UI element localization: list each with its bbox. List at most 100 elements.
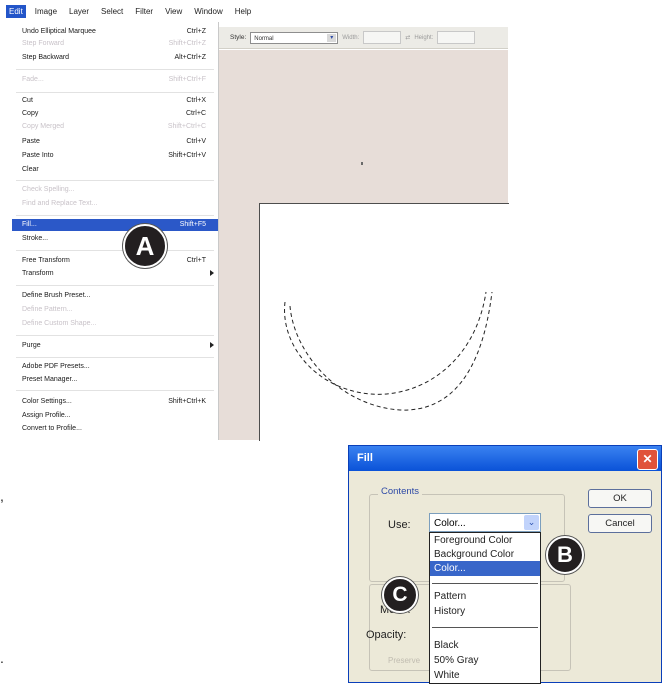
- menu-item-transform[interactable]: Transform: [12, 268, 218, 280]
- menu-item-pdf-presets[interactable]: Adobe PDF Presets...: [12, 361, 218, 373]
- menu-item-check-spelling[interactable]: Check Spelling...: [12, 184, 218, 196]
- style-select[interactable]: Normal ▾: [250, 31, 339, 44]
- dropdown-separator: [432, 583, 538, 584]
- dropdown-separator: [432, 627, 538, 628]
- fill-dialog: Fill ✕ Contents Use: Color... ⌄ OK Cance…: [348, 445, 662, 684]
- menu-item-label: Purge: [22, 342, 41, 349]
- dropdown-option-background-color[interactable]: Background Color: [430, 547, 540, 562]
- submenu-arrow-icon: [210, 342, 214, 348]
- menu-item-define-pattern[interactable]: Define Pattern...: [12, 304, 218, 316]
- menu-item-convert-profile[interactable]: Convert to Profile...: [12, 423, 218, 435]
- menu-item-shortcut: Ctrl+X: [186, 97, 206, 104]
- swap-icon[interactable]: ⇄: [405, 34, 410, 41]
- menu-view[interactable]: View: [162, 5, 185, 18]
- menu-item-shortcut: Shift+Ctrl+F: [168, 76, 206, 83]
- menu-item-shortcut: Ctrl+V: [186, 138, 206, 145]
- callout-b: B: [546, 536, 584, 574]
- menu-item-step-backward[interactable]: Step Backward Alt+Ctrl+Z: [12, 52, 218, 64]
- menu-item-fill[interactable]: Fill... Shift+F5: [12, 219, 218, 231]
- menu-item-assign-profile[interactable]: Assign Profile...: [12, 410, 218, 422]
- dropdown-option-foreground-color[interactable]: Foreground Color: [430, 533, 540, 548]
- chevron-down-icon[interactable]: ⌄: [524, 515, 539, 530]
- menu-item-label: Clear: [22, 166, 39, 173]
- menu-item-label: Preset Manager...: [22, 376, 78, 383]
- cursor-mark: [361, 162, 363, 165]
- menu-image[interactable]: Image: [32, 5, 60, 18]
- dropdown-option-white[interactable]: White: [430, 668, 540, 683]
- use-select[interactable]: Color... ⌄: [429, 513, 541, 532]
- menu-item-free-transform[interactable]: Free Transform Ctrl+T: [12, 255, 218, 267]
- use-dropdown-list: Foreground Color Background Color Color.…: [429, 532, 541, 684]
- dropdown-option-50-gray[interactable]: 50% Gray: [430, 653, 540, 668]
- menu-item-shortcut: Alt+Ctrl+Z: [174, 54, 206, 61]
- menu-item-label: Define Brush Preset...: [22, 292, 91, 299]
- menu-separator: [16, 390, 214, 391]
- dropdown-option-pattern[interactable]: Pattern: [430, 589, 540, 604]
- preserve-transparency-label: Preserve: [388, 656, 421, 665]
- fill-dialog-titlebar: Fill ✕: [349, 446, 661, 471]
- menu-item-cut[interactable]: Cut Ctrl+X: [12, 95, 218, 107]
- menu-item-label: Copy Merged: [22, 123, 65, 130]
- callout-c: C: [382, 577, 418, 613]
- menu-item-shortcut: Shift+Ctrl+C: [167, 123, 206, 130]
- menu-item-copy[interactable]: Copy Ctrl+C: [12, 108, 218, 120]
- opacity-label: Opacity:: [366, 629, 407, 641]
- menu-item-shortcut: Shift+Ctrl+Z: [168, 40, 206, 47]
- menu-item-label: Assign Profile...: [22, 412, 71, 419]
- menu-separator: [16, 285, 214, 286]
- menu-separator: [16, 69, 214, 70]
- menu-layer[interactable]: Layer: [66, 5, 92, 18]
- menu-item-label: Paste: [22, 138, 40, 145]
- menu-item-clear[interactable]: Clear: [12, 164, 218, 176]
- chevron-down-icon: ▾: [327, 33, 337, 42]
- menu-item-define-brush[interactable]: Define Brush Preset...: [12, 290, 218, 302]
- menu-filter[interactable]: Filter: [132, 5, 156, 18]
- menu-item-undo[interactable]: Undo Elliptical Marquee Ctrl+Z: [12, 26, 218, 38]
- width-input[interactable]: [363, 31, 402, 44]
- menubar: Edit Image Layer Select Filter View Wind…: [0, 0, 520, 22]
- use-label: Use:: [388, 519, 411, 531]
- style-value: Normal: [254, 35, 274, 42]
- callout-a: A: [123, 224, 167, 268]
- menu-separator: [16, 180, 214, 181]
- menu-item-label: Undo Elliptical Marquee: [22, 28, 96, 35]
- menu-item-label: Paste Into: [22, 152, 54, 159]
- cancel-button[interactable]: Cancel: [588, 514, 652, 533]
- ok-button[interactable]: OK: [588, 489, 652, 508]
- menu-item-label: Stroke...: [22, 235, 49, 242]
- height-label: Height:: [414, 34, 434, 41]
- menu-edit[interactable]: Edit: [6, 4, 26, 18]
- contents-label: Contents: [378, 486, 423, 497]
- menu-item-shortcut: Shift+Ctrl+V: [168, 152, 206, 159]
- document-canvas[interactable]: [259, 203, 509, 441]
- menu-item-step-forward[interactable]: Step Forward Shift+Ctrl+Z: [12, 38, 218, 50]
- menu-window[interactable]: Window: [191, 5, 225, 18]
- use-select-value: Color...: [434, 518, 466, 529]
- menu-item-purge[interactable]: Purge: [12, 340, 218, 352]
- menu-item-paste[interactable]: Paste Ctrl+V: [12, 136, 218, 148]
- menu-item-stroke[interactable]: Stroke...: [12, 233, 218, 245]
- menu-help[interactable]: Help: [232, 5, 254, 18]
- menu-item-shortcut: Ctrl+T: [186, 257, 206, 264]
- menu-item-define-custom-shape[interactable]: Define Custom Shape...: [12, 318, 218, 330]
- menu-item-shortcut: Shift+F5: [179, 221, 206, 228]
- close-icon[interactable]: ✕: [637, 449, 658, 470]
- edit-menu: Undo Elliptical Marquee Ctrl+Z Step Forw…: [12, 22, 219, 440]
- menu-item-find-replace[interactable]: Find and Replace Text...: [12, 198, 218, 210]
- menu-item-preset-manager[interactable]: Preset Manager...: [12, 374, 218, 386]
- menu-item-copy-merged[interactable]: Copy Merged Shift+Ctrl+C: [12, 121, 218, 133]
- menu-item-paste-into[interactable]: Paste Into Shift+Ctrl+V: [12, 150, 218, 162]
- menu-select[interactable]: Select: [98, 5, 126, 18]
- menu-item-label: Convert to Profile...: [22, 425, 82, 432]
- dropdown-option-history[interactable]: History: [430, 604, 540, 619]
- dropdown-option-color[interactable]: Color...: [430, 561, 540, 576]
- menu-item-label: Copy: [22, 110, 39, 117]
- menu-separator: [16, 215, 214, 216]
- dropdown-option-black[interactable]: Black: [430, 638, 540, 653]
- height-input[interactable]: [437, 31, 476, 44]
- menu-item-color-settings[interactable]: Color Settings... Shift+Ctrl+K: [12, 396, 218, 408]
- menu-item-label: Define Pattern...: [22, 306, 73, 313]
- menu-item-fade[interactable]: Fade... Shift+Ctrl+F: [12, 74, 218, 86]
- menu-item-label: Define Custom Shape...: [22, 320, 97, 327]
- menu-item-label: Check Spelling...: [22, 186, 75, 193]
